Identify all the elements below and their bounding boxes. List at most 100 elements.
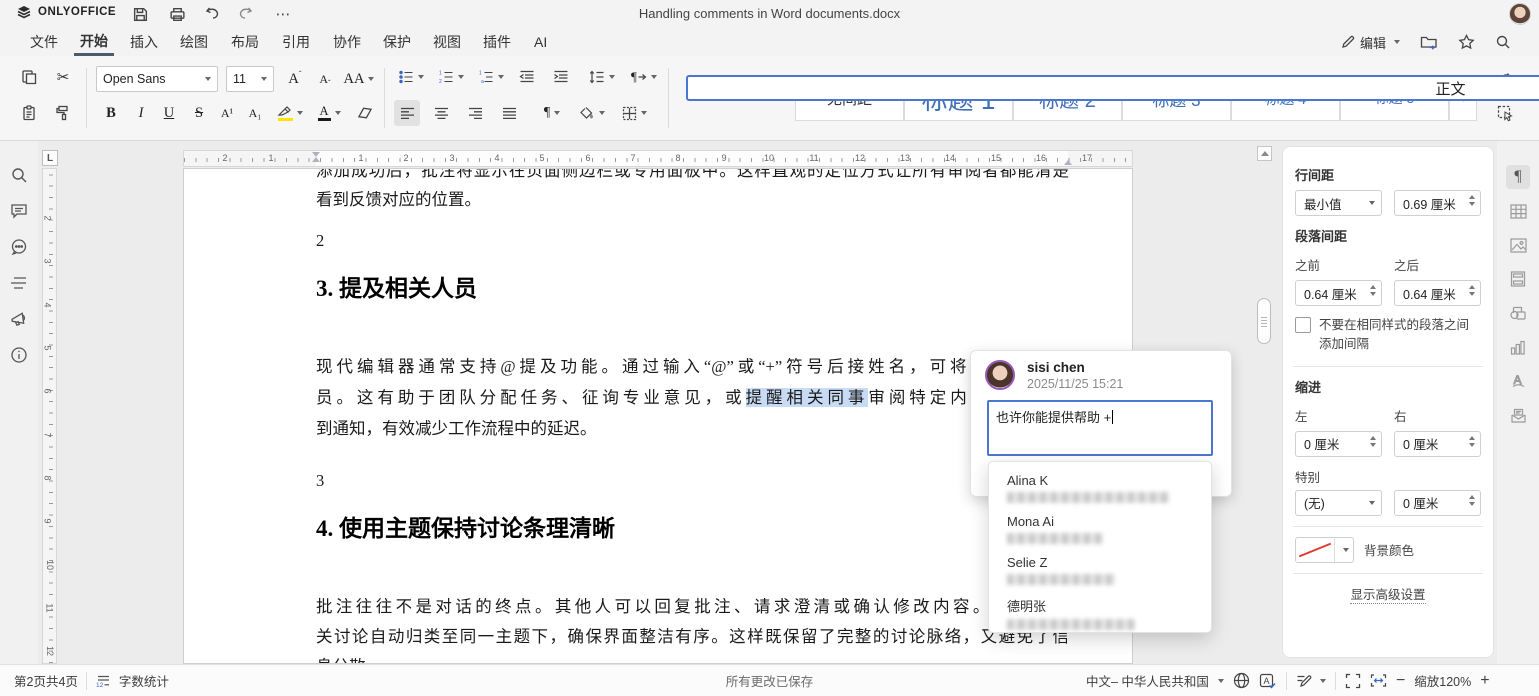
paragraph-mark-button[interactable]: ¶ [626,64,662,90]
vertical-scrollbar-thumb[interactable] [1257,298,1271,344]
indent-left-spinner[interactable]: 0 厘米 [1295,431,1382,457]
clear-format-button[interactable] [352,100,378,126]
copy-button[interactable] [16,64,42,90]
tab-protection[interactable]: 保护 [377,28,417,56]
font-size-combo[interactable]: 11 [226,66,274,92]
tab-draw[interactable]: 绘图 [174,28,214,56]
align-justify-button[interactable] [496,100,522,126]
italic-button[interactable]: I [128,100,154,126]
spacing-before-spinner[interactable]: 0.64 厘米 [1295,280,1382,306]
numbered-list-button[interactable]: 12 [434,64,468,90]
fit-width-button[interactable] [1370,673,1387,688]
doc-line[interactable]: 批注往往不是对话的终点。其他人可以回复批注、请求澄清或确认修改内容。多数编辑 [316,596,1069,618]
fit-page-button[interactable] [1345,673,1361,689]
style-normal[interactable]: 正文 [686,75,1539,101]
underline-button[interactable]: U [156,100,182,126]
decrease-indent-button[interactable] [514,64,540,90]
editing-mode-button[interactable]: 编辑 [1340,28,1400,56]
doc-line[interactable]: 看到反馈对应的位置。 [316,189,1069,211]
horizontal-ruler[interactable]: 211234567891011121314151617 [183,150,1133,167]
tab-stop-selector[interactable]: L [42,150,58,166]
comment-text-input[interactable]: 也许你能提供帮助 + [987,400,1213,456]
image-settings-icon[interactable] [1506,233,1530,257]
superscript-button[interactable]: A¹ [214,100,240,126]
doc-heading-4[interactable]: 4. 使用主题保持讨论条理清晰 [316,513,615,545]
line-spacing-button[interactable] [584,64,620,90]
doc-line[interactable]: 到通知，有效减少工作流程中的延迟。 [316,418,1069,440]
font-color-button[interactable]: A [312,100,346,126]
search-button[interactable] [1495,28,1511,56]
doc-heading-3[interactable]: 3. 提及相关人员 [316,273,477,305]
mention-item[interactable]: 德明张 [989,591,1211,636]
spellcheck-icon[interactable]: A [1259,673,1277,689]
user-avatar[interactable] [1509,3,1531,25]
bullet-list-button[interactable] [394,64,428,90]
zoom-in-button[interactable]: + [1480,672,1489,690]
font-name-combo[interactable]: Open Sans [96,66,218,92]
paragraph-settings-icon[interactable]: ¶ [1506,165,1530,189]
tab-file[interactable]: 文件 [24,28,64,56]
tab-layout[interactable]: 布局 [225,28,265,56]
borders-button[interactable] [616,100,652,126]
header-footer-settings-icon[interactable] [1506,267,1530,291]
favorite-star-button[interactable] [1458,28,1475,56]
doc-line[interactable]: 关讨论自动归类至同一主题下，确保界面整洁有序。这样既保留了完整的讨论脉络，又避免… [316,626,1069,648]
doc-line[interactable]: 添加成功后，批注将显示在页面侧边栏或专用面板中。这样直观的定位方式让所有审阅者都… [316,168,1069,182]
mention-item[interactable]: Selie Z [989,550,1211,591]
paste-button[interactable] [16,100,42,126]
zoom-out-button[interactable]: − [1396,672,1405,690]
nonprinting-characters-button[interactable]: ¶ [536,100,568,126]
language-selector[interactable]: 中文– 中华人民共和国 [1086,671,1224,690]
no-space-between-checkbox-row[interactable]: 不要在相同样式的段落之间添加间隔 [1295,316,1481,354]
tab-collaboration[interactable]: 协作 [327,28,367,56]
highlight-color-button[interactable] [272,100,308,126]
cut-button[interactable]: ✂ [50,64,76,90]
multilevel-list-button[interactable]: 1a [474,64,508,90]
doc-line[interactable]: 现代编辑器通常支持@提及功能。通过输入“@”或“+”符号后接姓名，可将批注直接指 [316,356,1069,378]
tab-insert[interactable]: 插入 [124,28,164,56]
checkbox-icon[interactable] [1295,317,1311,333]
align-left-button[interactable] [394,100,420,126]
indent-right-spinner[interactable]: 0 厘米 [1394,431,1481,457]
doc-line[interactable]: 息分散 [316,656,1069,664]
increase-indent-button[interactable] [548,64,574,90]
subscript-button[interactable]: A₁ [242,100,268,126]
align-right-button[interactable] [462,100,488,126]
shape-settings-icon[interactable] [1506,301,1530,325]
align-center-button[interactable] [428,100,454,126]
strikeout-button[interactable]: S [186,100,212,126]
zoom-level-indicator[interactable]: 缩放120% [1414,671,1471,690]
background-color-picker[interactable] [1295,537,1354,563]
doc-line[interactable]: 3 [316,470,1069,492]
vertical-ruler[interactable]: 23456789101112 [42,168,57,664]
tab-home[interactable]: 开始 [74,28,114,56]
open-file-location-button[interactable] [1420,28,1439,56]
line-spacing-value-spinner[interactable]: 0.69 厘米 [1394,190,1481,216]
text-art-settings-icon[interactable]: A [1506,369,1530,393]
bold-button[interactable]: B [98,100,124,126]
chat-panel-icon[interactable] [7,235,31,259]
shading-button[interactable] [574,100,610,126]
headings-navigation-icon[interactable] [7,271,31,295]
format-painter-button[interactable] [50,100,76,126]
doc-line[interactable]: 员。这有助于团队分配任务、征询专业意见，或提醒相关同事审阅特定内容。被提及 [316,387,1069,409]
feedback-icon[interactable] [7,307,31,331]
left-indent-marker[interactable] [312,152,320,162]
set-language-icon[interactable] [1233,672,1250,689]
table-settings-icon[interactable] [1506,199,1530,223]
special-indent-select[interactable]: (无) [1295,490,1382,516]
track-changes-button[interactable] [1296,673,1326,688]
spacing-after-spinner[interactable]: 0.64 厘米 [1394,280,1481,306]
comments-panel-icon[interactable] [7,199,31,223]
doc-line[interactable]: 2 [316,230,1069,252]
tab-view[interactable]: 视图 [427,28,467,56]
scroll-up-button[interactable] [1257,146,1272,161]
select-all-button[interactable] [1492,100,1518,126]
line-spacing-select[interactable]: 最小值 [1295,190,1382,216]
decrease-font-button[interactable]: Aˇ [312,66,338,92]
show-advanced-settings-link[interactable]: 显示高级设置 [1295,584,1481,603]
tab-references[interactable]: 引用 [276,28,316,56]
tab-plugins[interactable]: 插件 [477,28,517,56]
change-case-button[interactable]: AA [342,66,376,92]
mention-item[interactable]: Alina K [989,468,1211,509]
